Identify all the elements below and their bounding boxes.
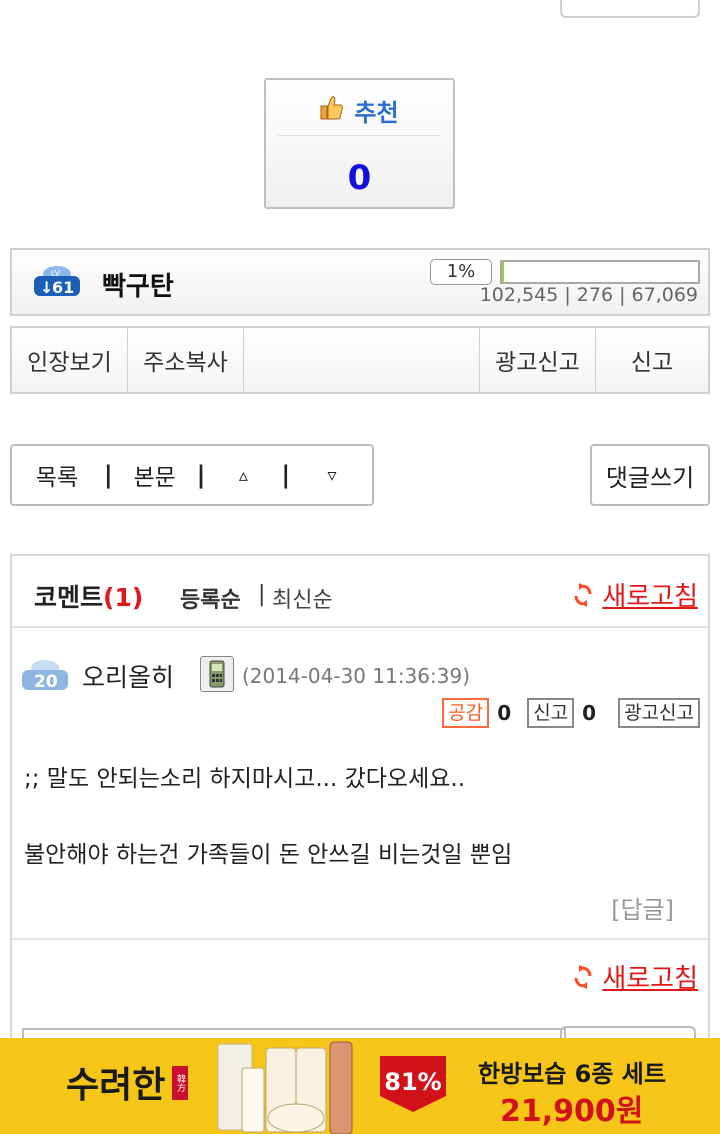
comment-title: 코멘트(1): [34, 583, 144, 612]
comment-count: (1): [103, 583, 144, 612]
author-name[interactable]: 빡구탄: [102, 266, 174, 303]
list-button[interactable]: 목록: [12, 458, 102, 492]
comment-vote-bar: 공감 0 신고 0 광고신고: [442, 698, 700, 728]
thumbs-up-icon: [320, 95, 344, 125]
refresh-button-bottom[interactable]: 새로고침: [574, 958, 698, 995]
refresh-icon: [574, 964, 592, 989]
ad-banner[interactable]: 수려한 韓方 81% 한방보습 6종 세트 21,900원: [0, 1038, 720, 1134]
refresh-button-top[interactable]: 새로고침: [574, 576, 698, 613]
refresh-icon: [574, 582, 592, 607]
like-button[interactable]: 공감: [442, 698, 490, 728]
discount-badge-icon: 81%: [380, 1056, 446, 1112]
empty-action-slot: [244, 328, 480, 392]
nav-separator: |: [103, 461, 113, 489]
like-count: 0: [497, 701, 512, 725]
mobile-phone-icon: [200, 656, 234, 692]
ad-brand: 수려한: [66, 1064, 166, 1106]
comment-line: [24, 798, 512, 836]
comment-body: ;; 말도 안되는소리 하지마시고... 갔다오세요.. 불안해야 하는건 가족…: [24, 760, 512, 874]
discount-text: 81%: [384, 1068, 441, 1096]
comment-header: 코멘트(1) 등록순 | 최신순 새로고침: [12, 556, 708, 628]
prev-post-button[interactable]: ▵: [207, 465, 279, 486]
report-count: 0: [582, 701, 597, 725]
comment-date: (2014-04-30 11:36:39): [242, 664, 471, 688]
nav-separator: |: [196, 461, 206, 489]
recommend-button[interactable]: 추천 0: [264, 78, 455, 209]
comment-line: ;; 말도 안되는소리 하지마시고... 갔다오세요..: [24, 766, 466, 792]
comment-ad-report-button[interactable]: 광고신고: [618, 698, 700, 728]
level-number: 61: [52, 278, 74, 297]
ad-brand-tag: 韓方: [172, 1066, 188, 1100]
comment-item: 20 오리올히 (2014-04-30 11:36:39) 공감 0 신고 0 …: [12, 628, 708, 940]
top-partial-button[interactable]: [560, 0, 700, 18]
recommend-label: 추천: [354, 98, 399, 127]
comment-level: 20: [34, 672, 58, 692]
sort-registered-tab[interactable]: 등록순: [180, 582, 241, 614]
refresh-label: 새로고침: [602, 964, 698, 994]
level-badge-icon: 20: [22, 660, 68, 692]
level-prefix: LV: [51, 269, 61, 278]
write-comment-button[interactable]: 댓글쓰기: [590, 444, 710, 506]
comment-author[interactable]: 오리올히: [82, 658, 174, 694]
body-button[interactable]: 본문: [115, 458, 195, 492]
sort-separator: |: [258, 582, 266, 607]
exp-percent: 1%: [430, 259, 492, 285]
reply-button[interactable]: [답글]: [611, 890, 674, 925]
cosmetic-products-image: [217, 1041, 353, 1134]
author-stats: 102,545 | 276 | 67,069: [479, 284, 698, 306]
next-post-button[interactable]: ▿: [292, 465, 372, 486]
view-signature-button[interactable]: 인장보기: [12, 328, 128, 392]
sort-latest-tab[interactable]: 최신순: [272, 582, 333, 614]
level-badge-icon: LV ↓ 61: [34, 266, 80, 297]
ad-price: 21,900원: [500, 1094, 644, 1129]
report-button[interactable]: 신고: [596, 328, 708, 392]
refresh-label: 새로고침: [602, 582, 698, 612]
ad-report-button[interactable]: 광고신고: [480, 328, 596, 392]
copy-address-button[interactable]: 주소복사: [128, 328, 244, 392]
author-bar: LV ↓ 61 빡구탄 1% 102,545 | 276 | 67,069: [10, 248, 710, 316]
post-action-bar: 인장보기 주소복사 광고신고 신고: [10, 326, 710, 394]
nav-separator: |: [281, 461, 291, 489]
ad-title: 한방보습 6종 세트: [478, 1060, 666, 1088]
exp-progress-bar: [500, 260, 700, 284]
recommend-count: 0: [347, 158, 372, 198]
comment-report-button[interactable]: 신고: [527, 698, 575, 728]
comment-line: 불안해야 하는건 가족들이 돈 안쓰길 비는것일 뿐임: [24, 842, 513, 868]
post-navigation: 목록 | 본문 | ▵ | ▿: [10, 444, 374, 506]
recommend-divider: [278, 135, 441, 136]
